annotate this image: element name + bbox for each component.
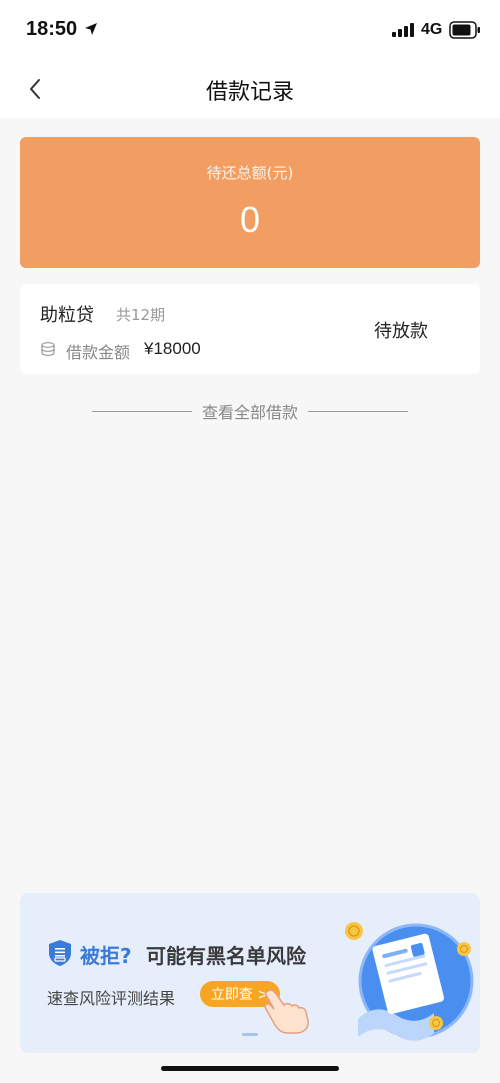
repayment-summary-card: 待还总额(元) 0 — [20, 137, 480, 268]
divider-left — [91, 410, 192, 412]
network-type: 4G — [421, 21, 443, 38]
carousel-indicator — [242, 1033, 258, 1036]
signal-icon — [392, 23, 414, 37]
status-bar: 18:50 4G — [0, 0, 500, 60]
promo-headline: 可能有黑名单风险 — [146, 944, 306, 968]
battery-icon — [449, 21, 480, 39]
pending-total-label: 待还总额(元) — [206, 164, 294, 182]
nav-bar: 借款记录 — [0, 60, 500, 118]
page-title: 借款记录 — [205, 80, 294, 105]
loan-term: 共12期 — [116, 306, 166, 324]
blacklist-risk-banner[interactable]: 被拒? 可能有黑名单风险 速查风险评测结果 立即查 > — [20, 893, 480, 1053]
divider-right — [308, 410, 408, 412]
loan-product-name: 助粒贷 — [40, 305, 94, 326]
pointing-hand-icon — [264, 989, 309, 1034]
loan-record-card[interactable]: 助粒贷 共12期 借款金额 ¥18000 待放款 — [20, 284, 480, 374]
coin-stack-icon — [41, 342, 55, 356]
loan-amount-label: 借款金额 — [66, 343, 131, 362]
credit-shield-icon — [49, 940, 71, 966]
promo-subtitle: 速查风险评测结果 — [47, 989, 176, 1008]
home-indicator[interactable] — [161, 1066, 339, 1071]
view-all-loans-label: 查看全部借款 — [201, 403, 298, 422]
view-all-loans-link[interactable]: 查看全部借款 — [84, 398, 416, 424]
location-arrow-icon — [85, 23, 97, 35]
loan-status: 待放款 — [374, 321, 428, 342]
report-illustration-icon — [345, 922, 474, 1041]
promo-rejected-text: 被拒? — [80, 944, 132, 968]
loan-amount-value: ¥18000 — [144, 339, 201, 358]
status-time: 18:50 — [26, 18, 78, 40]
pending-total-amount: 0 — [239, 199, 261, 240]
